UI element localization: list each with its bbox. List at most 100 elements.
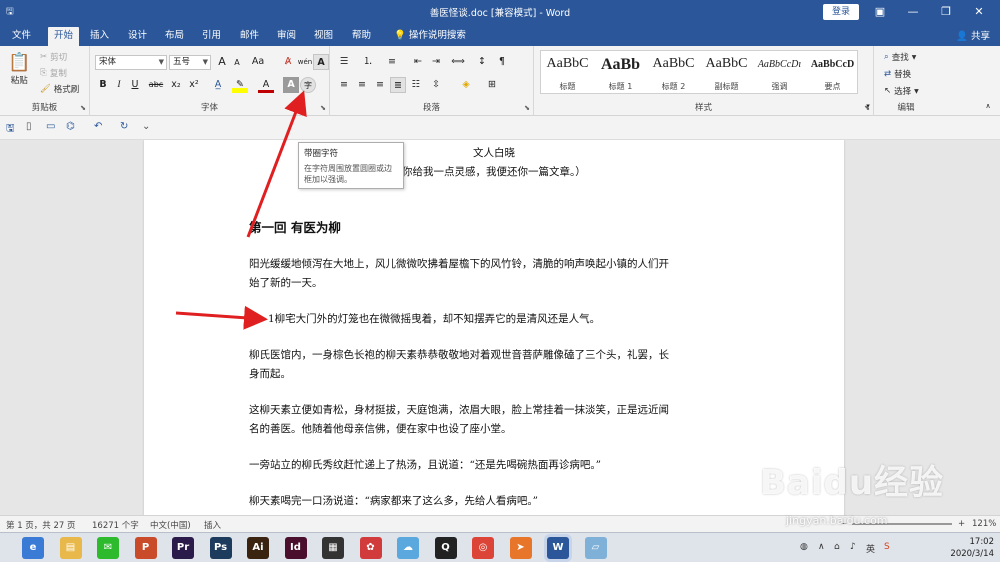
new-document-icon[interactable]: ▯: [26, 121, 32, 132]
document-page[interactable]: 文人白晓 你给我一点灵感，我便还你一篇文章。） 第一回 有医为柳 阳光缓缓地倾泻…: [144, 140, 844, 515]
paragraph-line[interactable]: 始了新的一天。: [249, 274, 323, 293]
decrease-indent-button[interactable]: ⇤: [410, 54, 426, 70]
author-line[interactable]: 文人白晓: [473, 144, 515, 163]
distributed-button[interactable]: ☷: [408, 77, 424, 93]
word-icon[interactable]: W: [547, 537, 569, 559]
multilevel-list-button[interactable]: ≡: [384, 54, 400, 70]
word-count[interactable]: 16271 个字: [92, 519, 139, 531]
bold-button[interactable]: B: [95, 77, 111, 93]
tab-design[interactable]: 设计: [122, 27, 153, 46]
ribbon-display-options-icon[interactable]: ▣: [871, 3, 889, 21]
copy-button[interactable]: ⎘ 复制: [40, 67, 67, 79]
style-heading-2[interactable]: AaBbC 标题 2: [647, 51, 700, 95]
font-size-combo[interactable]: 五号 ▼: [169, 55, 211, 70]
chinese-layout-button[interactable]: ⟺: [450, 54, 466, 70]
select-button[interactable]: ↖ 选择 ▼: [884, 85, 919, 97]
find-button[interactable]: ⌕ 查找 ▼: [884, 51, 916, 63]
style-strong[interactable]: AaBbCcD 要点: [806, 51, 859, 95]
styles-more-icon[interactable]: ▾: [860, 98, 876, 114]
paragraph-line[interactable]: 名的善医。他随着他母亲信佛，便在家中也设了座小堂。: [249, 420, 512, 439]
premiere-icon[interactable]: Pr: [172, 537, 194, 559]
clipboard-launcher-icon[interactable]: ⬊: [80, 104, 86, 112]
indesign-icon[interactable]: Id: [284, 537, 307, 559]
borders-button[interactable]: ⊞: [484, 77, 500, 93]
paste-button[interactable]: 📋 粘贴: [8, 52, 30, 86]
text-effects-button[interactable]: A̲: [210, 77, 226, 93]
tray-sogou-icon[interactable]: S: [884, 542, 890, 552]
close-button[interactable]: ✕: [970, 3, 988, 21]
shrink-font-button[interactable]: A: [229, 55, 245, 71]
collapse-ribbon-icon[interactable]: ∧: [980, 98, 996, 114]
tab-references[interactable]: 引用: [196, 27, 227, 46]
tab-insert[interactable]: 插入: [84, 27, 115, 46]
shading-button[interactable]: ◈: [458, 77, 474, 93]
customize-qat-icon[interactable]: ⌄: [142, 121, 150, 132]
style-subtitle[interactable]: AaBbC 副标题: [700, 51, 753, 95]
line-spacing-button[interactable]: ⇳: [428, 77, 444, 93]
tray-app-icon[interactable]: ◍: [800, 542, 808, 552]
style-heading-1[interactable]: AaBb 标题 1: [594, 51, 647, 95]
insert-mode[interactable]: 插入: [204, 519, 221, 531]
file-explorer-icon[interactable]: ▤: [59, 537, 82, 559]
highlight-color-button[interactable]: ✎: [232, 77, 248, 93]
qq-icon[interactable]: Q: [434, 537, 457, 559]
paragraph-line[interactable]: 柳氏医馆内，一身棕色长袍的柳天素恭恭敬敬地对着观世音菩萨雕像磕了三个头，礼罢，长: [249, 346, 669, 365]
font-launcher-icon[interactable]: ⬊: [320, 104, 326, 112]
zoom-level[interactable]: 121%: [972, 519, 996, 529]
underline-button[interactable]: U: [127, 77, 143, 93]
style-emphasis[interactable]: AaBbCcDı 强调: [753, 51, 806, 95]
paragraph-line[interactable]: 身而起。: [249, 365, 291, 384]
clock[interactable]: 17:02 2020/3/14: [950, 536, 994, 560]
chrome-icon[interactable]: ◎: [472, 537, 494, 559]
tab-file[interactable]: 文件: [6, 27, 37, 46]
chapter-heading[interactable]: 第一回 有医为柳: [249, 218, 341, 237]
paragraph-launcher-icon[interactable]: ⬊: [524, 104, 530, 112]
clear-formatting-button[interactable]: A̷: [280, 54, 296, 70]
redo-icon[interactable]: ↻: [120, 121, 128, 132]
justify-button[interactable]: ≣: [390, 77, 406, 93]
undo-icon[interactable]: ↶: [94, 121, 102, 132]
show-marks-button[interactable]: ¶: [494, 54, 510, 70]
cut-button[interactable]: ✂ 剪切: [40, 51, 67, 63]
paragraph-line[interactable]: 柳天素喝完一口汤说道：“病家都来了这么多，先给人看病吧。”: [249, 492, 538, 511]
style-title[interactable]: AaBbC 标题: [541, 51, 594, 95]
change-case-button[interactable]: Aa: [248, 54, 268, 70]
paragraph-line[interactable]: 一旁站立的柳氏秀纹赶忙递上了热汤，且说道：“还是先喝碗热面再诊病吧。”: [249, 456, 601, 475]
photoshop-icon[interactable]: Ps: [209, 537, 232, 559]
enclose-characters-button[interactable]: 字: [300, 77, 316, 93]
italic-button[interactable]: I: [111, 77, 127, 93]
language-indicator[interactable]: 中文(中国): [150, 519, 191, 531]
numbering-button[interactable]: ⒈: [360, 54, 376, 70]
open-folder-icon[interactable]: ▭: [46, 121, 55, 132]
tray-chevron-icon[interactable]: ∧: [818, 542, 825, 552]
page-count[interactable]: 第 1 页，共 27 页: [6, 519, 76, 531]
align-center-button[interactable]: ≡: [354, 77, 370, 93]
maximize-button[interactable]: ❐: [937, 3, 955, 21]
align-left-button[interactable]: ≡: [336, 77, 352, 93]
save-icon[interactable]: 🖫: [6, 121, 15, 138]
font-family-combo[interactable]: 宋体 ▼: [95, 55, 167, 70]
browser-360-icon[interactable]: e: [22, 537, 44, 559]
tab-mailings[interactable]: 邮件: [234, 27, 265, 46]
paragraph-line[interactable]: 这柳天素立便如青松，身材挺拔，天庭饱满，浓眉大眼，脸上常挂着一抹淡笑，正是远近闻: [249, 401, 669, 420]
tab-layout[interactable]: 布局: [159, 27, 190, 46]
character-border-button[interactable]: A: [313, 54, 329, 70]
bullets-button[interactable]: ☰: [336, 54, 352, 70]
video-editor-icon[interactable]: ▦: [322, 537, 344, 559]
foxmail-icon[interactable]: ➤: [509, 537, 532, 559]
format-painter-button[interactable]: 🖌 格式刷: [40, 83, 79, 95]
tab-home[interactable]: 开始: [48, 27, 80, 46]
font-color-button[interactable]: A: [258, 77, 274, 93]
notes-icon[interactable]: ▱: [584, 537, 607, 559]
chat-app-icon[interactable]: ☁: [397, 537, 419, 559]
grow-font-button[interactable]: A: [214, 54, 230, 70]
subscript-button[interactable]: x₂: [168, 77, 184, 93]
phonetic-guide-button[interactable]: wén: [297, 54, 313, 70]
sort-button[interactable]: ↕: [474, 54, 490, 70]
tray-network-icon[interactable]: ⌂: [834, 542, 840, 552]
tab-help[interactable]: 帮助: [346, 27, 377, 46]
superscript-button[interactable]: x²: [186, 77, 202, 93]
replace-button[interactable]: ⇄ 替换: [884, 68, 911, 80]
wechat-icon[interactable]: ✉: [97, 537, 119, 559]
strikethrough-button[interactable]: abc: [146, 77, 166, 93]
